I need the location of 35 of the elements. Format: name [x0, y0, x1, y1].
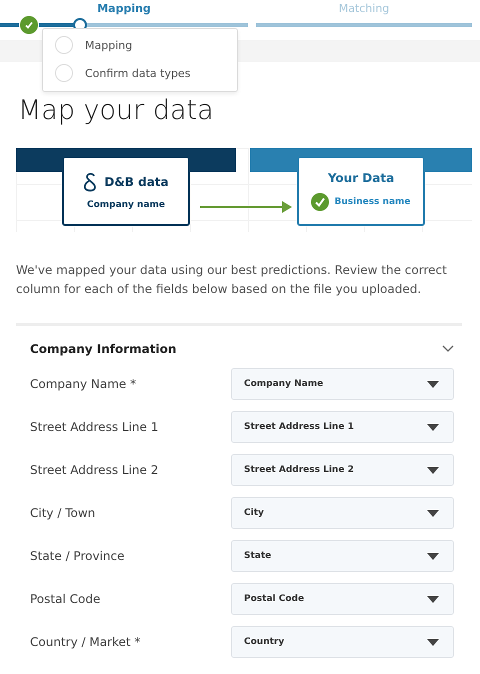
card-field: Company name	[86, 200, 166, 210]
caret-icon	[427, 638, 439, 646]
column-select[interactable]: Country	[231, 626, 454, 658]
column-select[interactable]: State	[231, 540, 454, 572]
page-title: Map your data	[18, 96, 215, 126]
column-select[interactable]: Street Address Line 2	[231, 454, 454, 486]
column-select[interactable]: Company Name	[231, 368, 454, 400]
substep-label: Mapping	[85, 38, 132, 52]
caret-icon	[427, 596, 439, 602]
section-title: Company Information	[30, 342, 176, 356]
step-tab[interactable]: Mapping	[97, 0, 151, 20]
column-select[interactable]: Postal Code	[231, 583, 454, 615]
field-label: City / Town	[30, 506, 96, 520]
radio-button[interactable]	[55, 36, 73, 54]
column-select[interactable]: City	[231, 497, 454, 529]
substep-label: Confirm data types	[85, 66, 190, 80]
chevron-icon[interactable]	[442, 345, 454, 353]
caret-icon	[427, 466, 439, 474]
caret-icon	[427, 380, 439, 388]
field-label: Street Address Line 1	[30, 420, 158, 434]
field-label: Postal Code	[30, 592, 100, 606]
caret-icon	[427, 510, 439, 516]
intro-text: We've mapped your data using our best predictions. Review the correct column for each of the fields below based on the file you uploaded.	[16, 262, 448, 298]
card-title: D&B data	[104, 175, 169, 189]
column-select[interactable]: Street Address Line 1	[231, 411, 454, 443]
field-label: Company Name *	[30, 377, 136, 391]
field-label: State / Province	[30, 549, 124, 563]
field-label: Street Address Line 2	[30, 463, 158, 477]
field-label: Country / Market *	[30, 635, 140, 649]
check-icon	[19, 15, 39, 35]
card-field: Business name	[334, 197, 411, 207]
card-title: Your Data	[328, 171, 394, 185]
caret-icon	[427, 552, 439, 560]
caret-icon	[427, 424, 439, 430]
radio-button[interactable]	[55, 64, 73, 82]
